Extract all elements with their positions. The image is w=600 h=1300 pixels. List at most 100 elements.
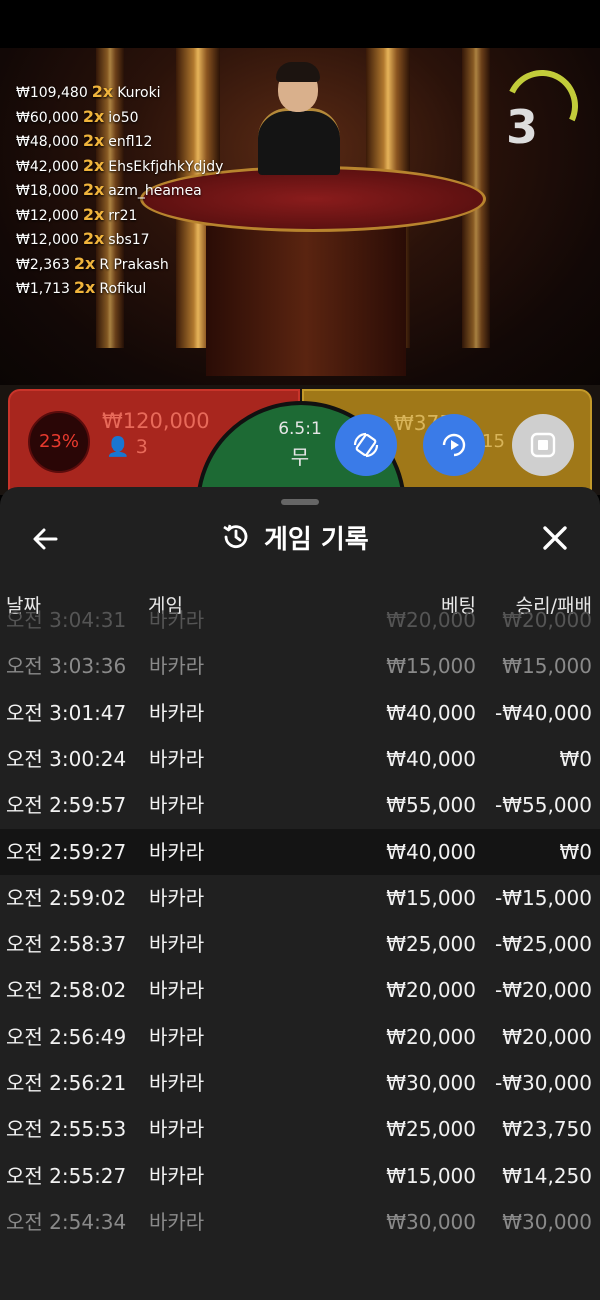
row-result: -₩20,000 [495, 978, 592, 1003]
row-bet: ₩25,000 [386, 932, 476, 957]
row-bet: ₩15,000 [386, 885, 476, 910]
row-game: 바카라 [149, 1163, 205, 1188]
winner-name: EhsEkfjdhkYdjdy [108, 158, 224, 175]
winner-multiplier: 2x [82, 131, 105, 150]
winner-amount: ₩60,000 [16, 109, 79, 126]
winner-row: ₩1,713 2x Rofikul [16, 276, 223, 301]
history-table: 오전 3:04:31 바카라 ₩20,000 ₩20,000 오전 3:03:36 바카라… [0, 608, 600, 1300]
row-game: 바카라 [149, 608, 205, 632]
row-game: 바카라 [149, 1071, 205, 1095]
winner-multiplier: 2x [73, 278, 96, 297]
history-row[interactable]: 오전 2:56:49 바카라 ₩20,000 ₩20,000 [0, 1014, 600, 1060]
winner-row: ₩109,480 2x Kuroki [16, 80, 223, 105]
winner-row: ₩48,000 2x enfl12 [16, 129, 223, 154]
row-result: ₩30,000 [502, 1209, 592, 1234]
history-row[interactable]: 오전 2:56:21 바카라 ₩30,000 -₩30,000 [0, 1060, 600, 1106]
round-number: 3 [505, 100, 538, 154]
history-row[interactable]: 오전 3:04:31 바카라 ₩20,000 ₩20,000 [0, 597, 600, 643]
history-row[interactable]: 오전 3:00:24 바카라 ₩40,000 ₩0 [0, 736, 600, 782]
winner-name: rr21 [108, 207, 138, 224]
winner-amount: ₩42,000 [16, 158, 79, 175]
winner-name: Rofikul [99, 281, 147, 297]
winner-row: ₩60,000 2x io50 [16, 105, 223, 130]
history-row[interactable]: 오전 2:55:27 바카라 ₩15,000 ₩14,250 [0, 1153, 600, 1199]
winner-multiplier: 2x [73, 253, 96, 273]
history-row[interactable]: 오전 2:59:57 바카라 ₩55,000 -₩55,000 [0, 782, 600, 828]
history-row[interactable]: 오전 2:59:02 바카라 ₩15,000 -₩15,000 [0, 875, 600, 921]
row-game: 바카라 [149, 978, 205, 1003]
winner-multiplier: 2x [82, 155, 105, 175]
winner-name: azm_heamea [108, 183, 202, 199]
winner-amount: ₩109,480 [16, 85, 88, 101]
tie-label: 무 [290, 445, 310, 469]
dealer-body [258, 108, 340, 175]
winner-name: sbs17 [108, 232, 150, 248]
row-time: 오전 2:59:57 [6, 793, 127, 818]
row-bet: ₩55,000 [386, 793, 476, 818]
row-game: 바카라 [149, 1209, 205, 1234]
sheet-title-text: 게임 기록 [264, 524, 369, 555]
winner-amount: ₩2,363 [16, 256, 70, 273]
stop-button[interactable] [512, 414, 574, 476]
dealer-hair [276, 62, 320, 82]
row-result: ₩15,000 [502, 654, 592, 679]
row-game: 바카라 [149, 932, 205, 957]
history-icon [223, 524, 248, 549]
winner-multiplier: 2x [82, 180, 105, 199]
row-time: 오전 2:55:53 [6, 1117, 127, 1142]
row-result: ₩14,250 [502, 1163, 592, 1188]
autoplay-button[interactable] [423, 414, 485, 476]
winner-multiplier: 2x [82, 229, 105, 248]
row-bet: ₩25,000 [386, 1117, 476, 1142]
row-result: -₩40,000 [495, 700, 592, 725]
winner-amount: ₩12,000 [16, 207, 79, 224]
history-row[interactable]: 오전 3:01:47 바카라 ₩40,000 -₩40,000 [0, 690, 600, 736]
row-time: 오전 3:00:24 [6, 746, 127, 771]
row-time: 오전 2:54:34 [6, 1209, 127, 1234]
history-row[interactable]: 오전 2:55:53 바카라 ₩25,000 ₩23,750 [0, 1106, 600, 1152]
row-game: 바카라 [149, 1024, 205, 1049]
tie-payout-ratio: 6.5:1 [278, 419, 322, 439]
row-time: 오전 2:59:27 [6, 839, 127, 864]
winner-name: enfl12 [108, 134, 153, 150]
row-game: 바카라 [149, 746, 205, 771]
live-video: 3 ₩109,480 2x Kuroki ₩60,000 2x io50 ₩48,000 2x… [0, 48, 600, 388]
winner-amount: ₩18,000 [16, 183, 79, 199]
winner-row: ₩2,363 2x R Prakash [16, 252, 223, 277]
row-time: 오전 2:58:02 [6, 978, 127, 1003]
row-bet: ₩40,000 [386, 839, 476, 864]
rebet-button[interactable] [335, 414, 397, 476]
row-bet: ₩15,000 [386, 1163, 476, 1188]
winner-multiplier: 2x [91, 82, 114, 101]
close-button[interactable] [538, 521, 572, 555]
status-bar [0, 0, 600, 48]
bet-panel: 23% ₩120,000 👤 3 ₩375 15 6.5:1 무 [0, 385, 600, 495]
history-row[interactable]: 오전 2:58:02 바카라 ₩20,000 -₩20,000 [0, 967, 600, 1013]
sheet-title: 게임 기록 [220, 517, 369, 557]
row-time: 오전 2:56:49 [6, 1024, 127, 1049]
history-row[interactable]: 오전 2:58:37 바카라 ₩25,000 -₩25,000 [0, 921, 600, 967]
winner-row: ₩12,000 2x rr21 [16, 203, 223, 228]
winner-amount: ₩12,000 [16, 232, 79, 248]
back-button[interactable] [30, 523, 62, 555]
row-bet: ₩20,000 [386, 978, 476, 1003]
winner-row: ₩18,000 2x azm_heamea [16, 178, 223, 203]
row-game: 바카라 [149, 885, 205, 910]
table-base [206, 226, 406, 376]
history-row[interactable]: 오전 2:59:27 바카라 ₩40,000 ₩0 [0, 828, 600, 875]
winner-name: io50 [108, 109, 139, 126]
row-result: ₩20,000 [502, 608, 592, 632]
winner-amount: ₩1,713 [16, 281, 70, 297]
history-row[interactable]: 오전 3:03:36 바카라 ₩15,000 ₩15,000 [0, 643, 600, 689]
game-history-sheet: 게임 기록 날짜 게임 베팅 승리/패배 오전 3:04:31 바카라 ₩20,00… [0, 487, 600, 1300]
history-row[interactable]: 오전 2:54:34 바카라 ₩30,000 ₩30,000 [0, 1199, 600, 1245]
row-time: 오전 3:01:47 [6, 700, 127, 725]
row-result: ₩0 [559, 839, 593, 864]
autoplay-icon [442, 433, 466, 457]
winner-amount: ₩48,000 [16, 134, 79, 150]
row-time: 오전 2:55:27 [6, 1163, 127, 1188]
row-time: 오전 3:03:36 [6, 654, 127, 679]
sheet-drag-handle[interactable] [281, 499, 319, 505]
row-bet: ₩15,000 [386, 654, 476, 679]
row-bet: ₩30,000 [386, 1071, 476, 1095]
